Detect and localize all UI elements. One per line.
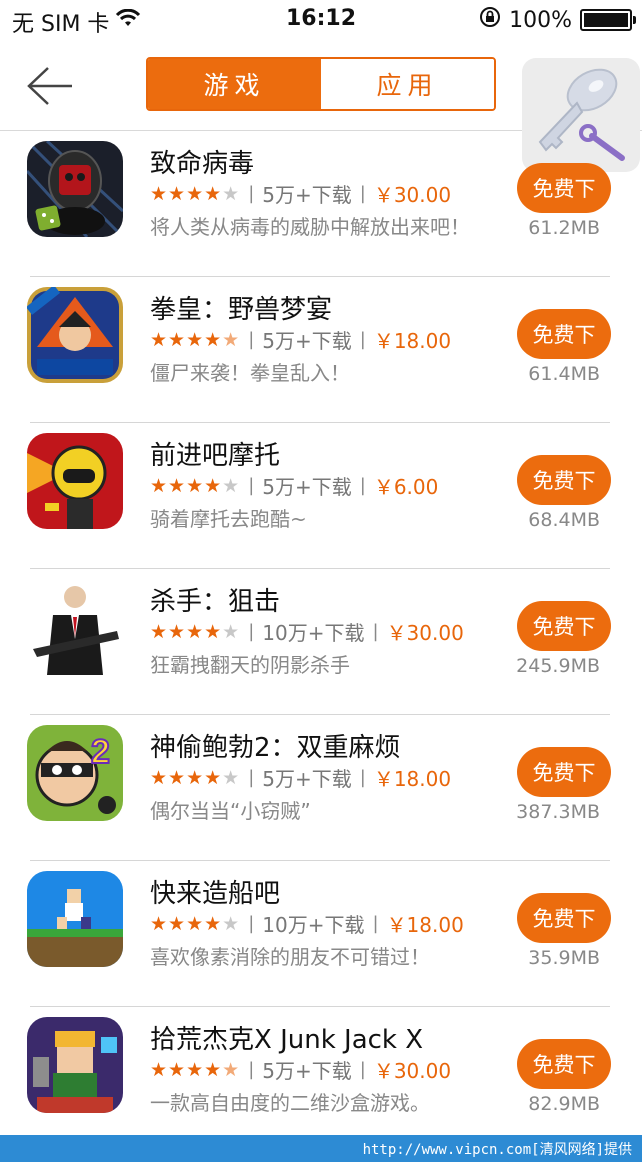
orientation-lock-icon (479, 6, 501, 34)
list-item[interactable]: 拳皇：野兽梦宴 ★★★★★ | 5万+下载 | ￥18.00 僵尸来袭！拳皇乱入… (0, 277, 642, 423)
list-item[interactable]: 致命病毒 ★★★★★ | 5万+下载 | ￥30.00 将人类从病毒的威胁中解放… (0, 131, 642, 277)
app-icon-junk-jack[interactable] (27, 1017, 123, 1113)
app-icon-robbery-bob[interactable]: 2 (27, 725, 123, 821)
app-name: 拳皇：野兽梦宴 (150, 295, 333, 325)
app-name: 致命病毒 (150, 149, 255, 179)
rating-stars: ★★★★★ (150, 1058, 241, 1081)
app-icon-boat[interactable] (27, 871, 123, 967)
rating-stars: ★★★★★ (150, 182, 241, 205)
download-count: 10万+下载 (262, 913, 365, 937)
back-arrow-icon (27, 67, 72, 105)
rating-stars: ★★★★★ (150, 474, 241, 497)
download-count: 10万+下载 (262, 621, 365, 645)
download-button[interactable]: 免费下 (517, 309, 611, 359)
rating-stars: ★★★★★ (150, 620, 241, 643)
app-meta: ★★★★★ | 5万+下载 | ￥30.00 (150, 1055, 451, 1084)
download-count: 5万+下载 (262, 329, 352, 353)
download-count: 5万+下载 (262, 767, 352, 791)
app-description: 骑着摩托去跑酷~ (150, 507, 307, 531)
app-name: 神偷鲍勃2：双重麻烦 (150, 733, 401, 763)
app-size: 82.9MB (528, 1093, 600, 1115)
battery-icon (580, 9, 636, 31)
download-button[interactable]: 免费下 (517, 455, 611, 505)
app-price: ￥18.00 (373, 329, 452, 353)
rating-stars: ★★★★★ (150, 328, 241, 351)
app-icon-kof[interactable] (27, 287, 123, 383)
app-meta: ★★★★★ | 5万+下载 | ￥6.00 (150, 471, 438, 500)
list-item[interactable]: 拾荒杰克X Junk Jack X ★★★★★ | 5万+下载 | ￥30.00… (0, 1007, 642, 1153)
app-price: ￥18.00 (386, 913, 464, 937)
app-price: ￥30.00 (373, 183, 452, 207)
app-meta: ★★★★★ | 5万+下载 | ￥18.00 (150, 325, 451, 354)
app-icon-virus[interactable] (27, 141, 123, 237)
tab-games[interactable]: 游戏 (148, 59, 321, 109)
rating-stars: ★★★★★ (150, 766, 241, 789)
app-meta: ★★★★★ | 10万+下载 | ￥30.00 (150, 617, 464, 646)
download-count: 5万+下载 (262, 183, 352, 207)
status-right: 100% (479, 6, 636, 34)
app-price: ￥30.00 (373, 1059, 452, 1083)
app-icon-hitman[interactable] (27, 579, 123, 675)
app-description: 偶尔当当“小窃贼” (150, 799, 311, 823)
list-item[interactable]: 前进吧摩托 ★★★★★ | 5万+下载 | ￥6.00 骑着摩托去跑酷~ 免费下… (0, 423, 642, 569)
download-button[interactable]: 免费下 (517, 893, 611, 943)
app-description: 将人类从病毒的威胁中解放出来吧！ (150, 215, 470, 239)
app-icon-moto[interactable] (27, 433, 123, 529)
download-count: 5万+下载 (262, 475, 352, 499)
app-size: 61.2MB (528, 217, 600, 239)
app-description: 僵尸来袭！拳皇乱入！ (150, 361, 350, 385)
battery-percent: 100% (509, 7, 572, 33)
app-size: 35.9MB (528, 947, 600, 969)
app-size: 387.3MB (516, 801, 600, 823)
app-list: 致命病毒 ★★★★★ | 5万+下载 | ￥30.00 将人类从病毒的威胁中解放… (0, 131, 642, 1153)
tab-apps[interactable]: 应用 (321, 59, 494, 109)
app-price: ￥18.00 (373, 767, 452, 791)
app-size: 245.9MB (516, 655, 600, 677)
app-meta: ★★★★★ | 5万+下载 | ￥18.00 (150, 763, 451, 792)
app-size: 68.4MB (528, 509, 600, 531)
list-item[interactable]: 2 神偷鲍勃2：双重麻烦 ★★★★★ | 5万+下载 | ￥18.00 偶尔当当… (0, 715, 642, 861)
svg-text:2: 2 (91, 733, 110, 771)
status-bar: 无 SIM 卡 16:12 100% (0, 0, 642, 44)
app-name: 杀手：狙击 (150, 587, 281, 617)
download-button[interactable]: 免费下 (517, 601, 611, 651)
watermark-banner: http://www.vipcn.com[清风网络]提供 (0, 1135, 642, 1162)
nav-bar: 游戏 应用 (0, 44, 642, 172)
download-button[interactable]: 免费下 (517, 747, 611, 797)
app-description: 狂霸拽翻天的阴影杀手 (150, 653, 350, 677)
app-name: 前进吧摩托 (150, 441, 281, 471)
category-segmented-control: 游戏 应用 (146, 57, 496, 111)
app-size: 61.4MB (528, 363, 600, 385)
download-button[interactable]: 免费下 (517, 163, 611, 213)
app-description: 喜欢像素消除的朋友不可错过！ (150, 945, 430, 969)
app-price: ￥6.00 (373, 475, 439, 499)
app-name: 快来造船吧 (150, 879, 281, 909)
download-count: 5万+下载 (262, 1059, 352, 1083)
download-button[interactable]: 免费下 (517, 1039, 611, 1089)
app-meta: ★★★★★ | 5万+下载 | ￥30.00 (150, 179, 451, 208)
list-item[interactable]: 快来造船吧 ★★★★★ | 10万+下载 | ￥18.00 喜欢像素消除的朋友不… (0, 861, 642, 1007)
app-meta: ★★★★★ | 10万+下载 | ￥18.00 (150, 909, 464, 938)
rating-stars: ★★★★★ (150, 912, 241, 935)
list-item[interactable]: 杀手：狙击 ★★★★★ | 10万+下载 | ￥30.00 狂霸拽翻天的阴影杀手… (0, 569, 642, 715)
app-description: 一款高自由度的二维沙盒游戏。 (150, 1091, 430, 1115)
back-button[interactable] (24, 64, 74, 108)
app-price: ￥30.00 (386, 621, 464, 645)
app-name: 拾荒杰克X Junk Jack X (150, 1025, 424, 1055)
